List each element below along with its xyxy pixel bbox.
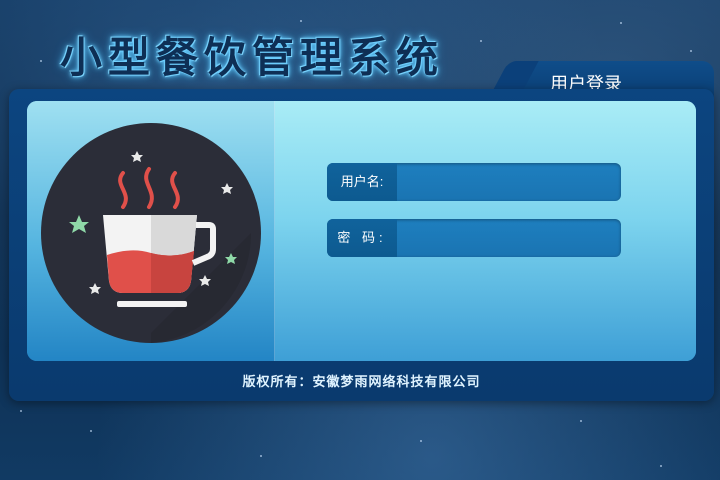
password-field: 密 码: <box>327 219 621 257</box>
login-panel: 用户名: 密 码: <box>27 101 696 361</box>
app-title: 小型餐饮管理系统 <box>60 33 445 82</box>
password-input[interactable] <box>397 219 621 257</box>
login-frame: 用户名: 密 码: 版权所有：安徽梦雨网络科技有限公司 <box>9 89 714 401</box>
copyright-text: 版权所有：安徽梦雨网络科技有限公司 <box>242 375 481 390</box>
login-form-panel: 用户名: 密 码: <box>275 101 696 361</box>
coffee-cup-icon <box>41 123 261 343</box>
username-label: 用户名: <box>327 163 397 201</box>
password-label: 密 码: <box>327 219 397 257</box>
username-field: 用户名: <box>327 163 621 201</box>
username-input[interactable] <box>397 163 621 201</box>
logo-panel <box>27 101 275 361</box>
